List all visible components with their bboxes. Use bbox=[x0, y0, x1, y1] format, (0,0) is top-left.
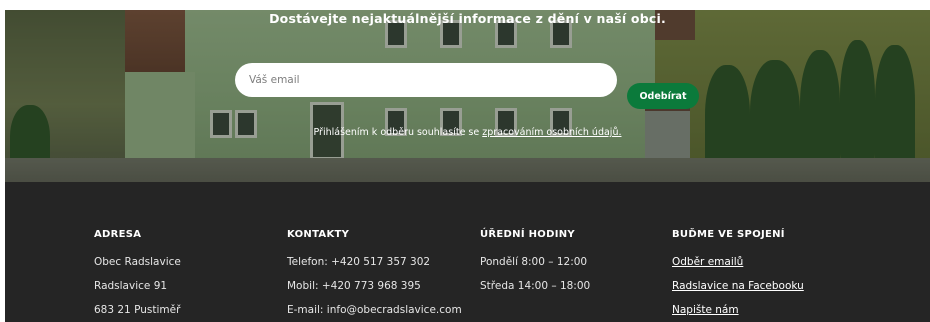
contact-email: E-mail: info@obecradslavice.com bbox=[287, 304, 462, 316]
footer-link-item: Odběr emailů bbox=[672, 256, 862, 280]
site-footer: ADRESA Obec Radslavice Radslavice 91 683… bbox=[5, 182, 930, 322]
newsletter-link[interactable]: Odběr emailů bbox=[672, 256, 743, 268]
contact-phone: Telefon: +420 517 357 302 bbox=[287, 256, 431, 268]
contacts-heading: KONTAKTY bbox=[287, 229, 350, 240]
address-line: Radslavice 91 bbox=[94, 280, 168, 292]
address-heading: ADRESA bbox=[94, 229, 142, 240]
social-heading: BUĎME VE SPOJENÍ bbox=[672, 229, 785, 240]
office-hours-line: Pondělí 8:00 – 12:00 bbox=[480, 256, 588, 268]
privacy-policy-link[interactable]: zpracováním osobních údajů. bbox=[482, 127, 621, 138]
newsletter-headline: Dostávejte nejaktuálnější informace z dě… bbox=[269, 11, 666, 26]
contact-mobile: Mobil: +420 773 968 395 bbox=[287, 280, 421, 292]
newsletter-section: Dostávejte nejaktuálnější informace z dě… bbox=[5, 10, 930, 182]
footer-contacts-column: KONTAKTY Telefon: +420 517 357 302 Mobil… bbox=[287, 228, 477, 322]
write-to-us-link[interactable]: Napište nám bbox=[672, 304, 739, 316]
office-hours-heading: ÚŘEDNÍ HODINY bbox=[480, 229, 575, 240]
office-hours-line: Středa 14:00 – 18:00 bbox=[480, 280, 591, 292]
footer-link-item: Napište nám bbox=[672, 304, 862, 322]
footer-social-column: BUĎME VE SPOJENÍ Odběr emailů Radslavice… bbox=[672, 228, 862, 322]
consent-label: Přihlášením k odběru souhlasíte se bbox=[313, 127, 483, 138]
consent-text: Přihlášením k odběru souhlasíte se zprac… bbox=[5, 127, 930, 138]
subscribe-button[interactable]: Odebírat bbox=[627, 83, 699, 109]
footer-office-hours-column: ÚŘEDNÍ HODINY Pondělí 8:00 – 12:00 Střed… bbox=[480, 228, 670, 304]
footer-link-item: Radslavice na Facebooku bbox=[672, 280, 862, 304]
email-input[interactable] bbox=[235, 63, 617, 97]
footer-address-column: ADRESA Obec Radslavice Radslavice 91 683… bbox=[94, 228, 284, 322]
address-line: 683 21 Pustiměř bbox=[94, 304, 181, 316]
facebook-link[interactable]: Radslavice na Facebooku bbox=[672, 280, 804, 292]
address-line: Obec Radslavice bbox=[94, 256, 181, 268]
